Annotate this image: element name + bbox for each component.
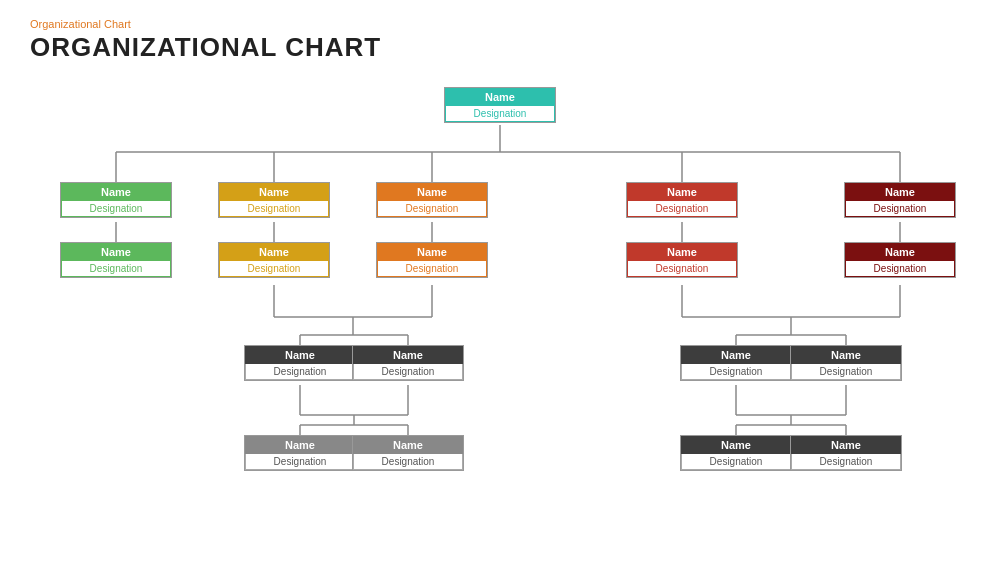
l3-left-0: Name Designation <box>244 345 356 381</box>
l4-l1-desig: Designation <box>353 454 463 470</box>
l1-1-desig: Designation <box>219 201 329 217</box>
l3-right-0: Name Designation <box>680 345 792 381</box>
l3-l1-name: Name <box>353 346 463 364</box>
page-title: ORGANIZATIONAL CHART <box>30 32 970 63</box>
l2-4-name: Name <box>845 243 955 261</box>
l1-node-0: Name Designation <box>60 182 172 218</box>
l2-node-3: Name Designation <box>626 242 738 278</box>
l2-2-desig: Designation <box>377 261 487 277</box>
l3-left-1: Name Designation <box>352 345 464 381</box>
l1-0-name: Name <box>61 183 171 201</box>
l1-4-desig: Designation <box>845 201 955 217</box>
l2-node-2: Name Designation <box>376 242 488 278</box>
l2-0-name: Name <box>61 243 171 261</box>
l4-l0-desig: Designation <box>245 454 355 470</box>
l2-1-desig: Designation <box>219 261 329 277</box>
l4-r0-desig: Designation <box>681 454 791 470</box>
l3-r0-name: Name <box>681 346 791 364</box>
l4-left-0: Name Designation <box>244 435 356 471</box>
l2-3-desig: Designation <box>627 261 737 277</box>
root-desig: Designation <box>445 106 555 122</box>
l1-node-2: Name Designation <box>376 182 488 218</box>
root-name: Name <box>445 88 555 106</box>
l1-2-desig: Designation <box>377 201 487 217</box>
l1-1-name: Name <box>219 183 329 201</box>
l1-node-1: Name Designation <box>218 182 330 218</box>
l2-node-4: Name Designation <box>844 242 956 278</box>
l3-r0-desig: Designation <box>681 364 791 380</box>
l1-2-name: Name <box>377 183 487 201</box>
l2-0-desig: Designation <box>61 261 171 277</box>
l2-node-1: Name Designation <box>218 242 330 278</box>
l4-right-1: Name Designation <box>790 435 902 471</box>
l2-2-name: Name <box>377 243 487 261</box>
l2-1-name: Name <box>219 243 329 261</box>
l3-r1-desig: Designation <box>791 364 901 380</box>
l3-l1-desig: Designation <box>353 364 463 380</box>
page-subtitle: Organizational Chart <box>30 18 970 30</box>
l1-3-name: Name <box>627 183 737 201</box>
chart-area: Name Designation Name Designation Name D… <box>30 77 970 507</box>
l4-r1-name: Name <box>791 436 901 454</box>
l1-3-desig: Designation <box>627 201 737 217</box>
root-node: Name Designation <box>444 87 556 123</box>
l4-l0-name: Name <box>245 436 355 454</box>
l4-r0-name: Name <box>681 436 791 454</box>
l1-node-4: Name Designation <box>844 182 956 218</box>
l4-right-0: Name Designation <box>680 435 792 471</box>
l4-r1-desig: Designation <box>791 454 901 470</box>
l4-left-1: Name Designation <box>352 435 464 471</box>
l1-4-name: Name <box>845 183 955 201</box>
l2-3-name: Name <box>627 243 737 261</box>
l3-l0-name: Name <box>245 346 355 364</box>
l2-node-0: Name Designation <box>60 242 172 278</box>
l3-right-1: Name Designation <box>790 345 902 381</box>
l2-4-desig: Designation <box>845 261 955 277</box>
l1-0-desig: Designation <box>61 201 171 217</box>
l3-r1-name: Name <box>791 346 901 364</box>
l1-node-3: Name Designation <box>626 182 738 218</box>
l4-l1-name: Name <box>353 436 463 454</box>
l3-l0-desig: Designation <box>245 364 355 380</box>
page-container: Organizational Chart ORGANIZATIONAL CHAR… <box>0 0 1000 525</box>
